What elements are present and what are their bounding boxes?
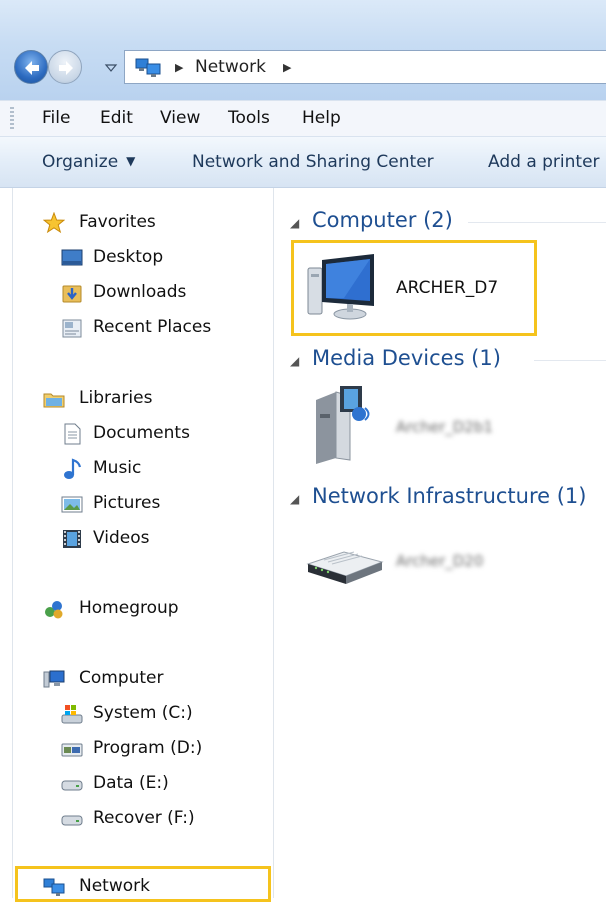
nav-label: Homegroup <box>79 598 179 618</box>
back-arrow-icon <box>25 61 39 75</box>
music-note-icon <box>64 458 82 479</box>
nav-label: Recent Places <box>93 317 212 337</box>
organize-label: Organize <box>42 152 119 172</box>
organize-button[interactable]: Organize ▼ <box>42 152 135 172</box>
documents-icon <box>64 423 81 445</box>
device-archer-d7[interactable]: ARCHER_D7 <box>304 250 534 328</box>
network-icon <box>135 58 161 77</box>
crumb-separator-icon[interactable]: ▶ <box>175 61 183 74</box>
recent-pages-dropdown[interactable] <box>104 62 118 74</box>
group-divider <box>534 360 606 361</box>
group-label: Computer (2) <box>312 208 453 232</box>
menu-tools[interactable]: Tools <box>228 108 270 128</box>
program-drive-icon <box>61 743 83 757</box>
group-divider <box>468 222 606 223</box>
menu-edit[interactable]: Edit <box>100 108 133 128</box>
media-device-icon <box>316 386 370 464</box>
nav-label: Pictures <box>93 493 161 513</box>
pictures-icon <box>61 496 83 513</box>
menu-view[interactable]: View <box>160 108 200 128</box>
nav-label: Desktop <box>93 247 164 267</box>
collapse-triangle-icon: ◢ <box>290 492 300 506</box>
nav-label: Program (D:) <box>93 738 203 758</box>
add-printer-button[interactable]: Add a printer <box>488 152 600 172</box>
computer-icon <box>43 670 65 688</box>
address-bar[interactable]: ▶ Network ▶ <box>124 50 606 84</box>
router-icon <box>306 551 384 584</box>
libraries-icon <box>43 393 65 408</box>
nav-label: Computer <box>79 668 164 688</box>
nav-label: Favorites <box>79 212 156 232</box>
system-drive-icon <box>61 705 83 724</box>
collapse-triangle-icon: ◢ <box>290 216 300 230</box>
device-router[interactable]: Archer_D20 <box>304 538 534 594</box>
network-sharing-center-button[interactable]: Network and Sharing Center <box>192 152 434 172</box>
homegroup-icon <box>45 601 63 619</box>
hard-drive-icon <box>61 815 83 826</box>
nav-label: Documents <box>93 423 190 443</box>
desktop-icon <box>61 249 83 266</box>
star-icon <box>43 212 65 234</box>
downloads-folder-icon <box>62 285 82 303</box>
content-area: ◢ Computer (2) ARCHER_D7 ◢ Media Devices… <box>274 188 606 898</box>
collapse-triangle-icon: ◢ <box>290 354 300 368</box>
recent-places-icon <box>62 319 82 338</box>
navigation-pane: Favorites Desktop Downloads Recent Place… <box>12 188 274 902</box>
nav-label: Network <box>79 876 150 896</box>
nav-label: Recover (F:) <box>93 808 195 828</box>
forward-arrow-icon <box>59 61 73 75</box>
device-name: Archer_D20 <box>396 552 484 570</box>
device-media[interactable]: Archer_D2b1 <box>304 384 534 468</box>
computer-monitor-icon <box>307 254 374 320</box>
address-toolbar: ▶ Network ▶ <box>0 0 606 100</box>
chevron-down-icon: ▼ <box>126 154 136 168</box>
group-label: Network Infrastructure (1) <box>312 484 587 508</box>
nav-label: Music <box>93 458 142 478</box>
hard-drive-icon <box>61 780 83 791</box>
videos-film-icon <box>63 530 81 548</box>
forward-button[interactable] <box>48 50 82 84</box>
device-name: Archer_D2b1 <box>396 418 493 436</box>
menu-help[interactable]: Help <box>302 108 341 128</box>
command-bar: Organize ▼ Network and Sharing Center Add… <box>0 137 606 188</box>
back-button[interactable] <box>14 50 48 84</box>
breadcrumb-network[interactable]: Network <box>195 57 266 77</box>
menu-file[interactable]: File <box>42 108 70 128</box>
nav-label: System (C:) <box>93 703 193 723</box>
group-label: Media Devices (1) <box>312 346 501 370</box>
nav-label: Videos <box>93 528 150 548</box>
nav-label: Downloads <box>93 282 187 302</box>
menu-grip <box>10 107 14 131</box>
menu-bar: File Edit View Tools Help <box>0 100 606 137</box>
device-name: ARCHER_D7 <box>396 278 499 298</box>
nav-label: Libraries <box>79 388 153 408</box>
crumb-separator-icon[interactable]: ▶ <box>283 61 291 74</box>
nav-label: Data (E:) <box>93 773 169 793</box>
network-icon <box>43 878 65 896</box>
